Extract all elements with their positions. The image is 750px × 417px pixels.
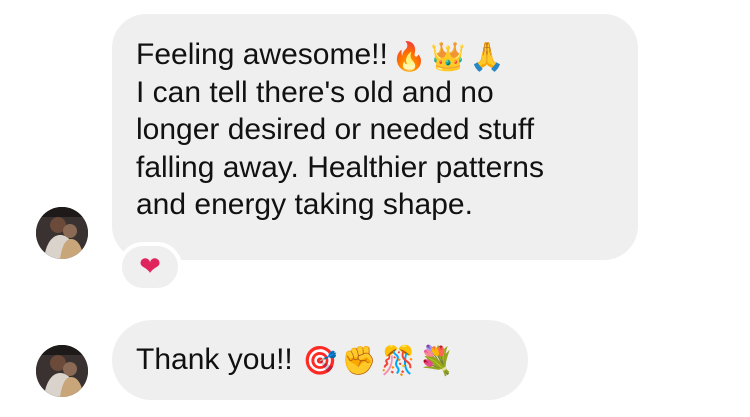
praying-hands-emoji-icon: 🙏 — [469, 39, 505, 73]
avatar-photo — [36, 345, 88, 397]
confetti-emoji-icon: 🎊 — [380, 343, 416, 377]
message-text: Thank you!! — [136, 343, 293, 377]
message-bubble[interactable]: Thank you!! 🎯 ✊ 🎊 💐 — [112, 320, 528, 400]
message-line: I can tell there's old and no — [136, 75, 494, 109]
fire-emoji-icon: 🔥 — [391, 39, 427, 73]
bullseye-emoji-icon: 🎯 — [302, 343, 338, 377]
message-line: and energy taking shape. — [136, 188, 473, 221]
message-line: Feeling awesome!! 🔥 👑 🙏 — [136, 38, 505, 73]
bouquet-emoji-icon: 💐 — [419, 343, 455, 377]
crown-emoji-icon: 👑 — [430, 39, 466, 73]
message-line: falling away. Healthier patterns — [136, 150, 544, 184]
message-bubble[interactable]: Feeling awesome!! 🔥 👑 🙏 I can tell there's … — [112, 14, 638, 260]
raised-fist-emoji-icon: ✊ — [341, 343, 377, 377]
avatar-photo — [36, 207, 88, 259]
heart-reaction[interactable]: ❤ — [118, 242, 182, 292]
message-line: longer desired or needed stuff — [136, 113, 535, 146]
chat-thread: Feeling awesome!! 🔥 👑 🙏 I can tell there's … — [0, 0, 750, 417]
avatar[interactable] — [36, 207, 88, 259]
avatar[interactable] — [36, 345, 88, 397]
heart-icon: ❤ — [139, 252, 161, 282]
